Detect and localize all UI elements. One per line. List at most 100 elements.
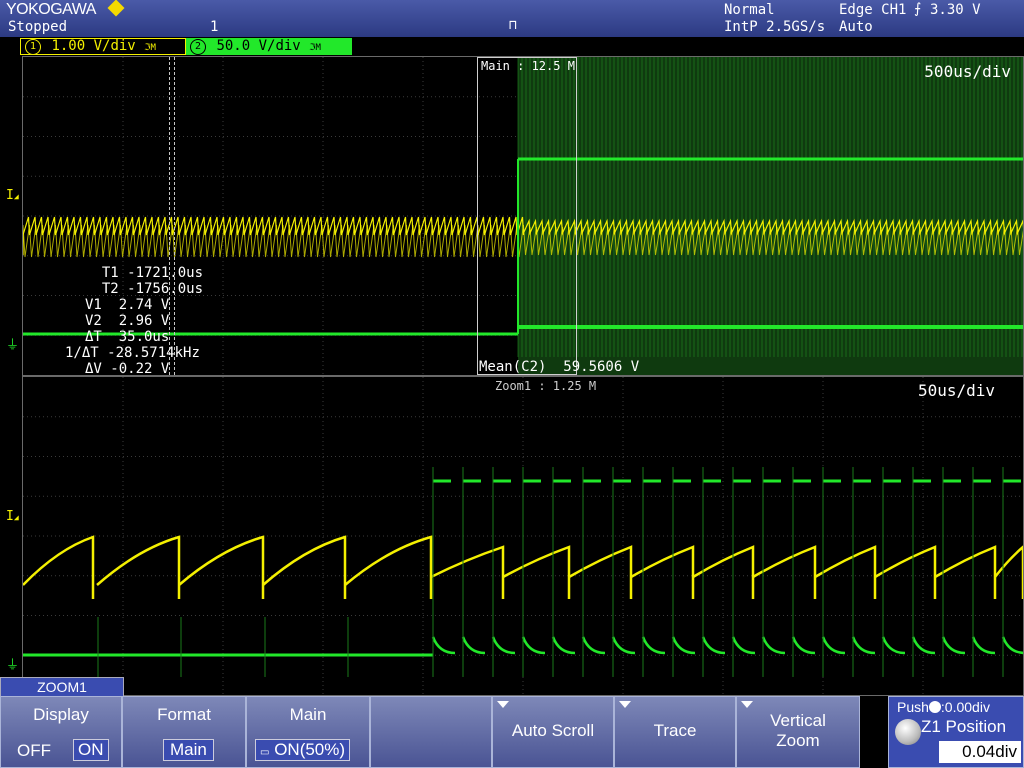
ch2-zoom-pulse-low — [581, 636, 606, 655]
jog-knob-icon — [895, 719, 921, 745]
position-value[interactable]: 0.04div — [939, 741, 1021, 763]
ch2-zoom-pulse-low — [431, 636, 456, 655]
format-value: Main — [163, 739, 214, 761]
main-waveform-window[interactable]: 500us/div Main : 12.5 M T1 -1721.0us T2 … — [22, 56, 1024, 376]
ch2-zoom-pulse-low — [881, 636, 906, 655]
zoom-box-label: Main : 12.5 M — [481, 59, 575, 73]
ch1-scale-indicator[interactable]: 1 1.00 V/div ℑM — [20, 38, 186, 55]
ch2-zoom-pulse-low — [491, 636, 516, 655]
cursor-row: V2 2.96 V — [85, 313, 170, 329]
trigger-mode: Normal — [724, 2, 775, 18]
trace-label: Trace — [653, 721, 697, 740]
cursor-row: ΔT 35.0us — [85, 329, 170, 345]
ch2-zoom-pulse-low — [461, 636, 486, 655]
cursor-row: V1 2.74 V — [85, 297, 170, 313]
brand-logo: YOKOGAWA — [6, 1, 96, 18]
ch1-zoom-trace — [994, 545, 1023, 599]
ch2-zoom-pulse-low — [611, 636, 636, 655]
ch1-number: 1 — [25, 39, 41, 55]
ch1-zoom-trace — [752, 545, 817, 599]
submenu-arrow-icon — [619, 701, 631, 708]
trigger-level: 3.30 V — [930, 2, 981, 18]
sampling-rate: IntP 2.5GS/s — [724, 19, 826, 35]
ch1-zoom-trace — [568, 545, 633, 599]
main-value: ON(50%) — [274, 740, 346, 759]
split-screen-icon: ▭ — [260, 747, 270, 758]
submenu-arrow-icon — [497, 701, 509, 708]
ch2-bw-icon: ℑM — [309, 43, 321, 53]
ch2-zoom-pulse-low — [851, 636, 876, 655]
acquisition-count: 1 — [210, 19, 219, 35]
ch1-bw-icon: ℑM — [144, 43, 156, 53]
zoom-waveform-plot — [23, 377, 1023, 695]
mean-measurement: Mean(C2) 59.5606 V — [479, 359, 640, 375]
ch2-zoom-pulse-low — [791, 636, 816, 655]
ch2-zoom-pulse-low — [521, 636, 546, 655]
zoom-label: Zoom1 : 1.25 M — [495, 379, 597, 393]
ch1-zoom-trace — [23, 535, 95, 599]
ch2-zoom-pulse-low — [701, 636, 726, 655]
format-label: Format — [157, 705, 211, 724]
ch1-zoom-trace — [178, 535, 265, 599]
empty-softkey — [370, 696, 492, 768]
push-hint: Push:0.00div — [897, 699, 990, 715]
ch1-zoom-trace — [262, 535, 347, 599]
zoom-ch2-ground-marker[interactable]: ⏚ — [6, 654, 19, 673]
format-softkey[interactable]: Format Main — [122, 696, 246, 768]
ch2-zoom-pulse-low — [731, 636, 756, 655]
cursor-row: T1 -1721.0us — [101, 265, 203, 281]
ch1-zoom-trace — [630, 545, 695, 599]
trace-softkey[interactable]: Trace — [614, 696, 736, 768]
auto-scroll-softkey[interactable]: Auto Scroll — [492, 696, 614, 768]
zoom1-menu-tab[interactable]: ZOOM1 — [0, 677, 124, 697]
ch1-zoom-trace — [344, 535, 433, 599]
ch1-scale: 1.00 V/div — [51, 38, 136, 54]
ch1-zoom-trace — [96, 535, 181, 599]
trigger-auto: Auto — [839, 19, 873, 35]
ch2-zoom-pulse-low — [1001, 636, 1023, 655]
ch1-trigger-level-marker[interactable]: I◢ — [6, 188, 19, 203]
position-label: Z1 Position — [921, 717, 1007, 736]
cursor-readout: T1 -1721.0us T2 -1756.0us V1 2.74 V V2 2… — [63, 265, 203, 376]
trigger-source: Edge CH1 — [839, 2, 907, 18]
acquisition-status: Stopped — [8, 19, 68, 35]
auto-scroll-label: Auto Scroll — [511, 721, 595, 740]
ch2-zoom-pulse-low — [911, 636, 936, 655]
ch2-number: 2 — [190, 39, 206, 55]
display-label: Display — [33, 705, 89, 724]
main-display-softkey[interactable]: Main ▭ ON(50%) — [246, 696, 370, 768]
cursor-row: 1/ΔT -28.5714kHz — [65, 345, 200, 361]
main-value-box: ▭ ON(50%) — [255, 739, 351, 761]
ch1-zoom-trace — [502, 545, 571, 599]
zoom-timebase: 50us/div — [917, 381, 995, 400]
cursor-row: ΔV -0.22 V — [85, 361, 170, 376]
vertical-zoom-label: Vertical Zoom — [770, 711, 826, 750]
ch2-zoom-pulse-low — [821, 636, 846, 655]
ch2-scale: 50.0 V/div — [216, 38, 301, 54]
ch2-zoom-pulse-low — [551, 636, 576, 655]
ch2-zoom-pulse-low — [671, 636, 696, 655]
submenu-arrow-icon — [741, 701, 753, 708]
ch1-zoom-trace — [430, 545, 505, 599]
zoom-region-box[interactable] — [477, 57, 577, 375]
display-softkey[interactable]: Display OFF ON — [0, 696, 122, 768]
rising-edge-icon: ⨍ — [914, 1, 922, 17]
ch2-zoom-pulse-low — [761, 636, 786, 655]
ch2-zoom-pulse-low — [641, 636, 666, 655]
vertical-zoom-softkey[interactable]: Vertical Zoom — [736, 696, 860, 768]
push-knob-icon — [928, 701, 941, 713]
ch1-zoom-trace — [874, 545, 937, 599]
display-off-option: OFF — [17, 741, 51, 760]
ch2-scale-indicator[interactable]: 2 50.0 V/div ℑM — [186, 38, 352, 55]
position-knob-panel[interactable]: Push:0.00div Z1 Position 0.04div — [888, 696, 1024, 768]
zoom-ch1-trigger-level-marker[interactable]: I◢ — [6, 509, 19, 524]
ch2-zoom-pulse-low — [941, 636, 966, 655]
ch2-zoom-pulse-low — [971, 636, 996, 655]
main-timebase: 500us/div — [924, 62, 1011, 81]
ch1-zoom-trace — [814, 545, 877, 599]
zoom-waveform-window[interactable]: 50us/div Zoom1 : 1.25 M — [22, 376, 1024, 696]
ch2-ground-marker[interactable]: ⏚ — [6, 334, 19, 353]
cursor-row: T2 -1756.0us — [101, 281, 203, 297]
main-label: Main — [289, 705, 327, 724]
ch1-zoom-trace — [934, 545, 997, 599]
